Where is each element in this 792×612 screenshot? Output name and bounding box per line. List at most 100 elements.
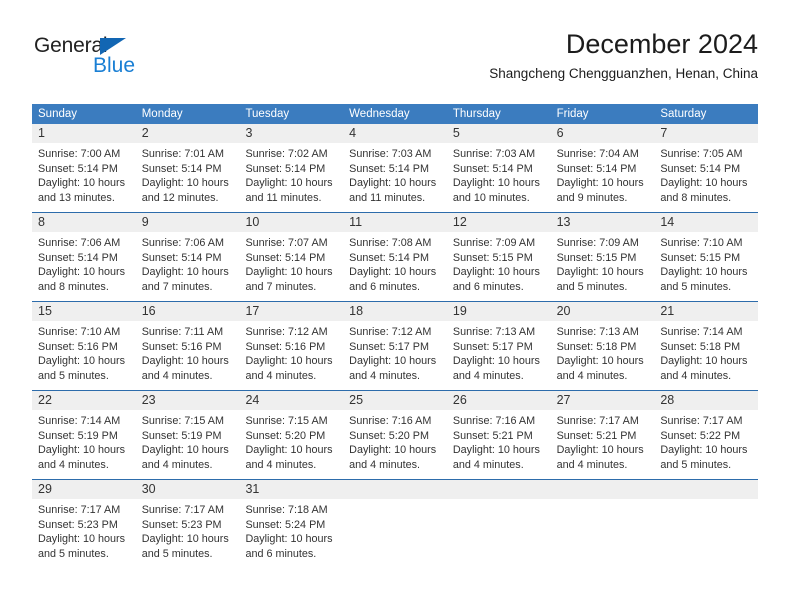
sunset-time: Sunset: 5:14 PM [556, 162, 637, 175]
daylight-duration-line2: and 5 minutes. [660, 280, 732, 293]
day-number: 16 [135, 302, 240, 321]
general-blue-logo[interactable]: General Blue [34, 35, 214, 85]
day-cell[interactable]: 31 Sunrise: 7:18 AM Sunset: 5:24 PM Dayligh… [239, 480, 344, 568]
day-cell[interactable]: 5 Sunrise: 7:03 AM Sunset: 5:14 PM Daylight… [446, 124, 551, 212]
weekday-header-sunday: Sunday [38, 108, 78, 120]
sunrise-time: Sunrise: 7:14 AM [38, 415, 121, 427]
day-cell[interactable]: 9 Sunrise: 7:06 AM Sunset: 5:14 PM Daylight… [135, 213, 240, 301]
day-details: Sunrise: 7:16 AM Sunset: 5:20 PM Daylight:… [343, 410, 447, 473]
day-cell[interactable]: 24 Sunrise: 7:15 AM Sunset: 5:20 PM Dayligh… [239, 391, 344, 479]
sunrise-time: Sunrise: 7:13 AM [556, 326, 639, 338]
day-details: Sunrise: 7:18 AM Sunset: 5:24 PM Daylight:… [239, 499, 344, 562]
sunset-time: Sunset: 5:14 PM [141, 251, 222, 264]
day-cell[interactable]: 21 Sunrise: 7:14 AM Sunset: 5:18 PM Dayligh… [654, 302, 759, 390]
day-details: Sunrise: 7:09 AM Sunset: 5:15 PM Daylight:… [550, 232, 655, 295]
day-cell[interactable]: 17 Sunrise: 7:12 AM Sunset: 5:16 PM Dayligh… [239, 302, 344, 390]
day-cell[interactable]: 28 Sunrise: 7:17 AM Sunset: 5:22 PM Dayligh… [654, 391, 759, 479]
page-title: December 2024 [565, 29, 758, 59]
daylight-duration-line2: and 11 minutes. [349, 191, 426, 204]
day-number [654, 480, 759, 499]
day-details: Sunrise: 7:17 AM Sunset: 5:22 PM Daylight:… [654, 410, 759, 473]
daylight-duration-line1: Daylight: 10 hours [349, 355, 437, 368]
daylight-duration-line2: and 4 minutes. [141, 369, 213, 382]
daylight-duration-line1: Daylight: 10 hours [452, 444, 540, 457]
sunrise-time: Sunrise: 7:15 AM [141, 415, 224, 427]
daylight-duration-line1: Daylight: 10 hours [349, 177, 437, 190]
sunset-time: Sunset: 5:18 PM [660, 340, 741, 353]
daylight-duration-line2: and 4 minutes. [141, 458, 213, 471]
day-cell[interactable]: 27 Sunrise: 7:17 AM Sunset: 5:21 PM Dayligh… [550, 391, 655, 479]
daylight-duration-line1: Daylight: 10 hours [452, 177, 540, 190]
sunset-time: Sunset: 5:14 PM [245, 162, 326, 175]
title-block: December 2024 Shangcheng Chengguanzhen, … [489, 28, 758, 82]
sunrise-time: Sunrise: 7:10 AM [38, 326, 121, 338]
day-cell[interactable]: 19 Sunrise: 7:13 AM Sunset: 5:17 PM Dayligh… [446, 302, 551, 390]
day-cell[interactable]: 22 Sunrise: 7:14 AM Sunset: 5:19 PM Dayligh… [32, 391, 136, 479]
day-number: 15 [32, 302, 136, 321]
day-cell[interactable]: 25 Sunrise: 7:16 AM Sunset: 5:20 PM Dayligh… [343, 391, 447, 479]
day-cell[interactable]: 26 Sunrise: 7:16 AM Sunset: 5:21 PM Dayligh… [446, 391, 551, 479]
daylight-duration-line2: and 7 minutes. [245, 280, 317, 293]
sunset-time: Sunset: 5:14 PM [141, 162, 222, 175]
day-details: Sunrise: 7:05 AM Sunset: 5:14 PM Daylight:… [654, 143, 759, 206]
sunset-time: Sunset: 5:23 PM [38, 518, 118, 531]
sunrise-time: Sunrise: 7:17 AM [660, 415, 743, 427]
day-cell[interactable]: 11 Sunrise: 7:08 AM Sunset: 5:14 PM Dayligh… [343, 213, 447, 301]
day-cell[interactable]: 4 Sunrise: 7:03 AM Sunset: 5:14 PM Daylight… [343, 124, 447, 212]
weekday-header-saturday: Saturday [660, 108, 707, 120]
daylight-duration-line1: Daylight: 10 hours [556, 444, 644, 457]
day-cell[interactable]: 6 Sunrise: 7:04 AM Sunset: 5:14 PM Daylight… [550, 124, 655, 212]
day-cell[interactable]: 2 Sunrise: 7:01 AM Sunset: 5:14 PM Daylight… [135, 124, 240, 212]
daylight-duration-line2: and 6 minutes. [452, 280, 524, 293]
daylight-duration-line2: and 4 minutes. [349, 458, 420, 471]
sunset-time: Sunset: 5:21 PM [556, 429, 637, 442]
day-cell[interactable]: 16 Sunrise: 7:11 AM Sunset: 5:16 PM Dayligh… [135, 302, 240, 390]
day-details [343, 499, 447, 503]
day-cell[interactable]: 20 Sunrise: 7:13 AM Sunset: 5:18 PM Dayligh… [550, 302, 655, 390]
sunrise-time: Sunrise: 7:03 AM [452, 148, 536, 160]
sunrise-time: Sunrise: 7:16 AM [349, 415, 432, 427]
day-number: 18 [343, 302, 447, 321]
day-number: 27 [550, 391, 655, 410]
day-number: 28 [654, 391, 759, 410]
day-cell[interactable]: 3 Sunrise: 7:02 AM Sunset: 5:14 PM Daylight… [239, 124, 344, 212]
daylight-duration-line2: and 4 minutes. [452, 369, 524, 382]
day-details: Sunrise: 7:12 AM Sunset: 5:16 PM Daylight:… [239, 321, 344, 384]
daylight-duration-line2: and 4 minutes. [245, 369, 317, 382]
page-subtitle-location: Shangcheng Chengguanzhen, Henan, China [489, 66, 758, 81]
daylight-duration-line1: Daylight: 10 hours [245, 177, 333, 190]
day-details: Sunrise: 7:03 AM Sunset: 5:14 PM Daylight:… [446, 143, 551, 206]
day-cell[interactable]: 8 Sunrise: 7:06 AM Sunset: 5:14 PM Daylight… [32, 213, 136, 301]
day-cell[interactable]: 29 Sunrise: 7:17 AM Sunset: 5:23 PM Dayligh… [32, 480, 136, 568]
day-details [654, 499, 759, 503]
day-cell[interactable]: 7 Sunrise: 7:05 AM Sunset: 5:14 PM Daylight… [654, 124, 759, 212]
daylight-duration-line2: and 8 minutes. [660, 191, 732, 204]
sunrise-time: Sunrise: 7:01 AM [141, 148, 224, 160]
sunrise-time: Sunrise: 7:18 AM [245, 504, 328, 516]
day-cell[interactable]: 18 Sunrise: 7:12 AM Sunset: 5:17 PM Dayligh… [343, 302, 447, 390]
sunrise-time: Sunrise: 7:02 AM [245, 148, 328, 160]
day-details: Sunrise: 7:15 AM Sunset: 5:19 PM Daylight:… [135, 410, 240, 473]
day-number: 1 [32, 124, 136, 143]
sunrise-time: Sunrise: 7:17 AM [38, 504, 121, 516]
sunset-time: Sunset: 5:14 PM [349, 251, 429, 264]
daylight-duration-line1: Daylight: 10 hours [141, 266, 229, 279]
day-cell[interactable]: 23 Sunrise: 7:15 AM Sunset: 5:19 PM Dayligh… [135, 391, 240, 479]
day-number: 7 [654, 124, 759, 143]
daylight-duration-line1: Daylight: 10 hours [245, 266, 333, 279]
day-cell[interactable]: 14 Sunrise: 7:10 AM Sunset: 5:15 PM Dayligh… [654, 213, 759, 301]
day-cell[interactable]: 12 Sunrise: 7:09 AM Sunset: 5:15 PM Dayligh… [446, 213, 551, 301]
day-cell[interactable]: 10 Sunrise: 7:07 AM Sunset: 5:14 PM Dayligh… [239, 213, 344, 301]
daylight-duration-line1: Daylight: 10 hours [349, 266, 437, 279]
daylight-duration-line2: and 10 minutes. [452, 191, 530, 204]
day-cell[interactable]: 1 Sunrise: 7:00 AM Sunset: 5:14 PM Daylight… [32, 124, 136, 212]
day-cell[interactable]: 15 Sunrise: 7:10 AM Sunset: 5:16 PM Dayligh… [32, 302, 136, 390]
day-details: Sunrise: 7:06 AM Sunset: 5:14 PM Daylight:… [135, 232, 240, 295]
daylight-duration-line2: and 6 minutes. [349, 280, 420, 293]
sunset-time: Sunset: 5:14 PM [245, 251, 326, 264]
sunrise-time: Sunrise: 7:00 AM [38, 148, 121, 160]
day-details: Sunrise: 7:10 AM Sunset: 5:15 PM Daylight:… [654, 232, 759, 295]
sunrise-time: Sunrise: 7:06 AM [38, 237, 121, 249]
day-cell[interactable]: 13 Sunrise: 7:09 AM Sunset: 5:15 PM Dayligh… [550, 213, 655, 301]
day-cell[interactable]: 30 Sunrise: 7:17 AM Sunset: 5:23 PM Dayligh… [135, 480, 240, 568]
